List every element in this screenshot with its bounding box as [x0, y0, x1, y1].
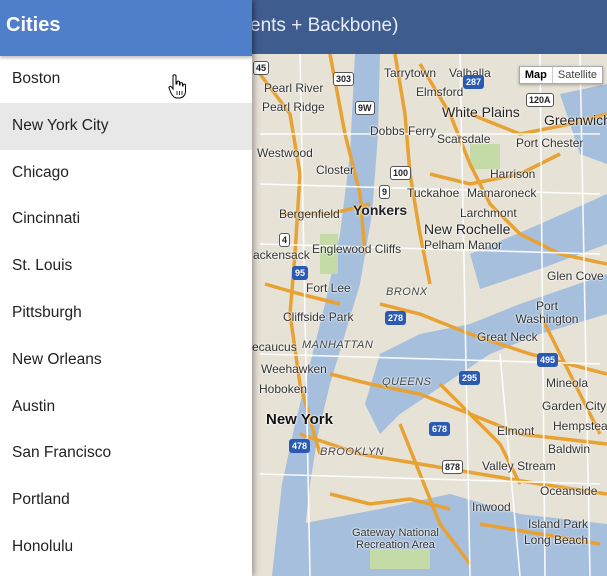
map-label: Tarrytown	[384, 66, 437, 80]
city-item[interactable]: Portland	[0, 477, 252, 524]
map-label: Yonkers	[353, 202, 408, 218]
map-label: New Rochelle	[424, 221, 511, 237]
map-label: Port Chester	[516, 136, 584, 150]
city-item[interactable]: Pittsburgh	[0, 290, 252, 337]
map-label: Elmsford	[416, 85, 464, 99]
map-label: White Plains	[442, 104, 520, 120]
map-label: Oceanside	[540, 484, 598, 498]
map-type-satellite-button[interactable]: Satellite	[553, 67, 602, 83]
map-label: Weehawken	[261, 362, 327, 376]
map-label: Mamaroneck	[467, 186, 537, 200]
city-item[interactable]: Cincinnati	[0, 196, 252, 243]
highway-shield: 9	[379, 185, 391, 199]
map-label: Island Park	[528, 517, 589, 531]
city-item-selected[interactable]: New York City	[0, 102, 252, 150]
map-type-map-button[interactable]: Map	[520, 67, 553, 83]
city-item[interactable]: San Francisco	[0, 430, 252, 477]
map-label: Closter	[316, 163, 355, 177]
map-label: Gateway National	[352, 527, 439, 539]
map-label: Long Beach	[524, 533, 589, 547]
map-label: Harrison	[490, 167, 536, 181]
map-label: Cliffside Park	[283, 310, 354, 324]
highway-shield: 303	[333, 72, 355, 86]
city-list: Boston New York City Chicago Cincinnati …	[0, 56, 252, 571]
map-label: Greenwich	[544, 112, 607, 128]
map-label: Valley Stream	[482, 459, 556, 473]
map-type-control: Map Satellite	[518, 66, 603, 84]
map-label: Pearl River	[264, 81, 324, 95]
map-label: Garden City	[542, 399, 607, 413]
highway-shield: 45	[253, 61, 270, 75]
map-label: BRONX	[386, 286, 428, 298]
map-label: MANHATTAN	[302, 339, 374, 351]
map-label: Westwood	[257, 146, 313, 160]
map-label: Larchmont	[460, 206, 517, 220]
highway-shield: 95	[292, 266, 309, 280]
highway-shield: 287	[463, 75, 485, 89]
city-item[interactable]: St. Louis	[0, 243, 252, 290]
map-label: Bergenfield	[279, 207, 340, 221]
map-label: Hoboken	[259, 382, 308, 396]
map-label: Baldwin	[548, 442, 591, 456]
drawer-title: Cities	[6, 14, 61, 36]
map-label: Pearl Ridge	[262, 100, 325, 114]
drawer-header: Cities	[0, 0, 252, 56]
map-label: ackensack	[253, 248, 310, 262]
cities-drawer: Cities Boston New York City Chicago Cinc…	[0, 0, 252, 576]
highway-shield: 120A	[526, 93, 554, 107]
map-label: Elmont	[497, 424, 535, 438]
map-label: Port Washington	[515, 299, 579, 326]
map-label: Englewood Cliffs	[312, 242, 402, 256]
highway-shield: 9W	[355, 101, 375, 115]
highway-shield: 278	[385, 311, 407, 325]
highway-shield: 100	[390, 166, 412, 180]
map-label: Great Neck	[477, 330, 538, 344]
highway-shield: 478	[289, 439, 311, 453]
map-label: Dobbs Ferry	[370, 124, 437, 138]
map-label: Mineola	[546, 376, 589, 390]
city-item[interactable]: New Orleans	[0, 337, 252, 384]
city-item[interactable]: Boston	[0, 56, 252, 103]
highway-shield: 495	[537, 353, 559, 367]
app-title: ents + Backbone)	[250, 15, 399, 36]
map-label: ecaucus	[252, 340, 297, 354]
map-label: Fort Lee	[306, 281, 351, 295]
map-label: Hempstea	[553, 419, 607, 433]
map-label: BROOKLYN	[320, 446, 385, 458]
map-label: QUEENS	[382, 376, 432, 388]
map-label: Glen Cove	[547, 269, 604, 283]
map-label: Recreation Area	[356, 539, 435, 551]
hand-cursor-icon	[168, 74, 186, 99]
city-item[interactable]: Chicago	[0, 150, 252, 197]
highway-shield: 678	[429, 422, 451, 436]
map-label: Pelham Manor	[424, 238, 503, 252]
highway-shield: 4	[279, 233, 291, 247]
highway-shield: 295	[459, 371, 481, 385]
city-item[interactable]: Honolulu	[0, 524, 252, 571]
city-item[interactable]: Austin	[0, 384, 252, 431]
highway-shield: 878	[442, 460, 464, 474]
map-label: Scarsdale	[437, 132, 491, 146]
map-label: New York	[266, 411, 333, 428]
map-label: Tuckahoe	[407, 186, 460, 200]
map-label: Inwood	[472, 500, 511, 514]
